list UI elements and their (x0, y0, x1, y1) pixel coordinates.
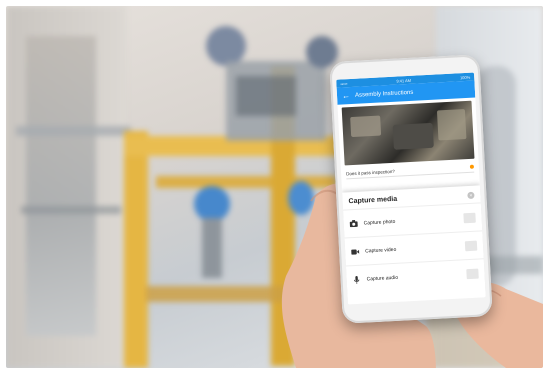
capture-photo-label: Capture photo (363, 218, 396, 227)
status-time: 9:41 AM (396, 77, 412, 84)
carrier-signal: ••••• (340, 80, 348, 87)
machinery-photo (341, 100, 475, 166)
capture-video-label: Capture video (365, 246, 397, 254)
page-title: Assembly Instructions (354, 89, 414, 99)
close-icon[interactable]: × (467, 191, 475, 200)
video-icon (351, 248, 360, 255)
chevron-thumb (463, 212, 476, 223)
back-arrow-icon[interactable]: ← (342, 91, 350, 100)
smartphone: ••••• 9:41 AM 100% ← Assembly Instructio… (329, 54, 493, 324)
sheet-title: Capture media (348, 195, 398, 206)
chevron-thumb (464, 240, 478, 251)
microphone-icon (352, 275, 360, 284)
capture-media-sheet: Capture media × Capture photo Capture vi… (342, 185, 486, 305)
chevron-thumb (466, 268, 479, 279)
capture-audio-label: Capture audio (366, 274, 399, 282)
camera-icon (349, 219, 358, 228)
status-dot-icon (469, 164, 475, 169)
battery-level: 100% (459, 74, 471, 80)
capture-audio-option[interactable]: Capture audio (345, 258, 486, 294)
phone-screen: ••••• 9:41 AM 100% ← Assembly Instructio… (336, 72, 486, 305)
